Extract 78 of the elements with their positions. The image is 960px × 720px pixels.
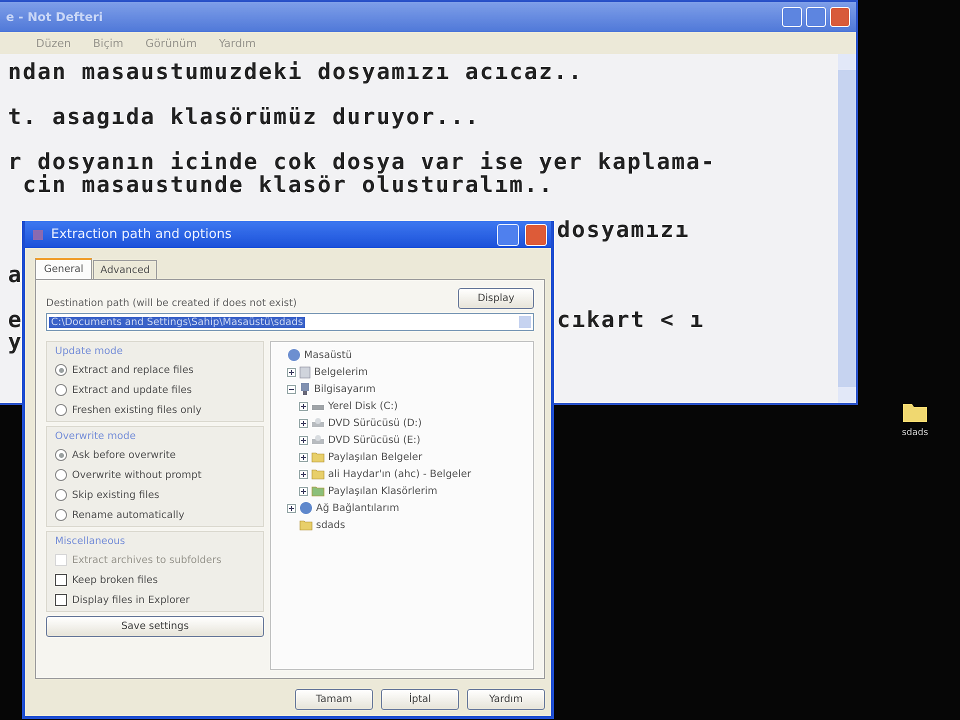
disc-drive-icon [311, 434, 325, 446]
text-line: dosyamızı [557, 220, 690, 242]
text-line: a [8, 264, 23, 287]
expand-icon[interactable] [299, 486, 308, 496]
field-label: Destination path (will be created if does not exist) [46, 298, 297, 309]
window-title: e - Not Defteri [6, 10, 104, 24]
option-label: Keep broken files [72, 574, 158, 586]
tree-item[interactable]: Belgelerim [314, 366, 368, 378]
text-line: y [8, 332, 23, 354]
globe-icon [287, 348, 301, 362]
expand-icon[interactable] [299, 452, 308, 462]
disc-drive-icon [311, 417, 325, 429]
scrollbar[interactable] [838, 54, 856, 403]
folder-icon [311, 485, 325, 497]
tree-item[interactable]: Paylaşılan Belgeler [328, 452, 422, 462]
expand-icon[interactable] [299, 436, 308, 444]
option-label: Extract archives to subfolders [72, 554, 222, 566]
expand-icon[interactable] [299, 402, 308, 410]
group-title: Overwrite mode [55, 431, 137, 442]
option-label: Overwrite without prompt [72, 470, 202, 480]
option-label: Skip existing files [72, 490, 160, 500]
close-button[interactable] [830, 7, 850, 27]
text-line: e [8, 310, 23, 332]
group-title: Miscellaneous [55, 536, 126, 547]
radio-button[interactable] [55, 364, 67, 376]
option-label: Extract and update files [72, 384, 192, 396]
help-button[interactable] [497, 224, 519, 246]
option-label: Extract and replace files [72, 364, 194, 376]
documents-icon [299, 366, 311, 378]
tree-item[interactable]: Paylaşılan Klasörlerim [328, 486, 438, 496]
maximize-button[interactable] [806, 7, 826, 27]
group-title: Update mode [55, 346, 124, 357]
option-label: Display files in Explorer [72, 594, 190, 606]
expand-icon[interactable] [299, 470, 308, 478]
radio-button[interactable] [55, 404, 67, 416]
radio-button[interactable] [55, 449, 67, 461]
tab[interactable]: Advanced [93, 260, 157, 279]
computer-icon [299, 382, 311, 396]
folder-icon [311, 451, 325, 463]
text-line: t. asagıda klasörümüz duruyor... [8, 107, 480, 130]
option-label: Ask before overwrite [72, 450, 176, 460]
radio-button[interactable] [55, 469, 67, 481]
dialog-title: Extraction path and options [51, 227, 233, 242]
text-line: ndan masaustumuzdeki dosyamızı acıcaz.. [8, 62, 584, 84]
tree-item[interactable]: Masaüstü [304, 350, 352, 360]
path-field[interactable]: C:\Documents and Settings\Sahip\Masaüstü\sdads [46, 313, 534, 331]
text-line: r dosyanın icinde cok dosya var ise yer kaplama- [8, 152, 716, 174]
radio-button[interactable] [55, 509, 67, 521]
save-settings-button[interactable]: Save settings [46, 616, 264, 637]
radio-button[interactable] [55, 489, 67, 501]
display-button[interactable]: Display [458, 288, 534, 309]
close-button[interactable] [525, 224, 547, 246]
expand-icon[interactable] [287, 504, 296, 512]
checkbox[interactable] [55, 574, 67, 586]
radio-button[interactable] [55, 384, 67, 396]
tree-item[interactable]: Yerel Disk (C:) [328, 400, 398, 412]
expand-icon[interactable] [287, 368, 296, 376]
minimize-button[interactable] [782, 7, 802, 27]
icon-label[interactable]: sdads [902, 428, 928, 438]
tree-item[interactable]: DVD Sürücüsü (E:) [328, 434, 420, 446]
dialog-button[interactable]: İptal [381, 689, 459, 710]
folder-icon [299, 519, 313, 531]
text-line: cin masaustunde klasör olusturalım.. [22, 174, 554, 197]
collapse-icon[interactable] [287, 384, 296, 394]
tab[interactable]: General [35, 258, 92, 279]
tree-item[interactable]: sdads [316, 520, 346, 530]
dialog-button[interactable]: Tamam [295, 689, 373, 710]
dialog-button[interactable]: Yardım [467, 689, 545, 710]
tree-item[interactable]: DVD Sürücüsü (D:) [328, 418, 422, 428]
option-label: Rename automatically [72, 510, 184, 520]
folder-icon [311, 468, 325, 480]
expand-icon[interactable] [299, 418, 308, 428]
tree-item[interactable]: Bilgisayarım [314, 384, 376, 394]
tree-item[interactable]: ali Haydar'ın (ahc) - Belgeler [328, 468, 472, 480]
checkbox[interactable] [55, 594, 67, 606]
text-line: cıkart < ı [557, 310, 704, 332]
option-label: Freshen existing files only [72, 404, 202, 416]
tree-item[interactable]: Ağ Bağlantılarım [316, 502, 400, 514]
